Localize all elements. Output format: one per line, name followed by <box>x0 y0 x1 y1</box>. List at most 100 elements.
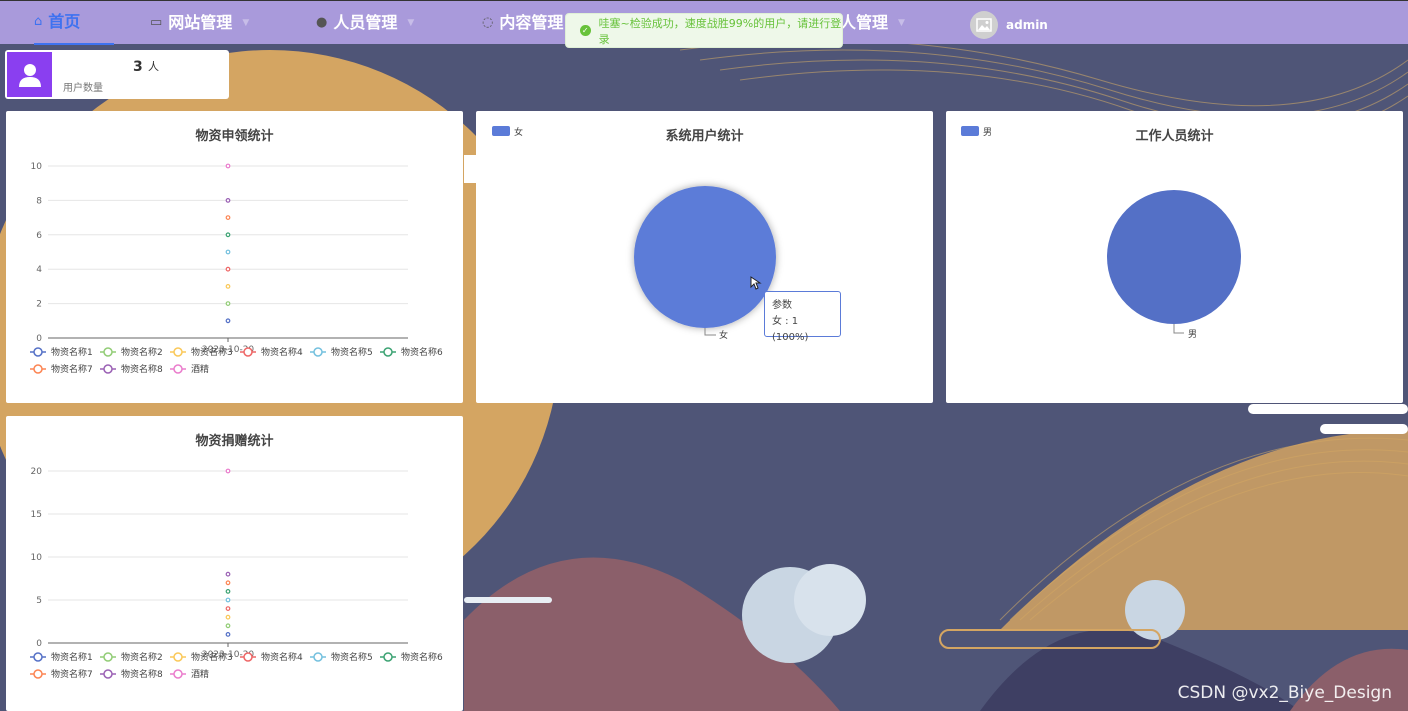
legend-label[interactable]: 物资名称5 <box>331 651 373 663</box>
legend-label[interactable]: 物资名称4 <box>261 346 303 358</box>
legend-marker[interactable] <box>103 364 113 374</box>
y-tick-label: 4 <box>36 265 42 275</box>
data-point[interactable] <box>225 232 231 238</box>
person-icon: ● <box>316 15 328 30</box>
data-point[interactable] <box>225 266 231 272</box>
home-icon: ⌂ <box>34 14 43 29</box>
data-point[interactable] <box>225 606 231 612</box>
legend-marker[interactable] <box>383 652 393 662</box>
data-point[interactable] <box>225 571 231 577</box>
user-count-label: 用户数量 <box>63 83 103 94</box>
nav-content-management-label: 内容管理 <box>499 13 564 32</box>
chevron-down-icon: ▼ <box>242 18 250 28</box>
data-point[interactable] <box>225 301 231 307</box>
data-point[interactable] <box>225 597 231 603</box>
y-tick-label: 6 <box>36 231 42 241</box>
y-tick-label: 20 <box>31 467 43 477</box>
tooltip-title: 参数 <box>772 300 792 311</box>
image-icon <box>976 18 992 32</box>
system-users-panel: 女 系统用户统计 女 <box>476 111 933 403</box>
chevron-down-icon: ▼ <box>898 18 905 28</box>
data-point[interactable] <box>225 163 231 169</box>
tooltip-value: 女 : 1 (100%) <box>772 316 809 343</box>
legend-label[interactable]: 物资名称7 <box>51 363 93 375</box>
staff-stats-pie: 男 <box>1107 190 1241 340</box>
legend-marker[interactable] <box>173 669 183 679</box>
legend-label[interactable]: 物资名称7 <box>51 668 93 680</box>
legend-label[interactable]: 物资名称6 <box>401 346 443 358</box>
data-point[interactable] <box>225 631 231 637</box>
legend-marker[interactable] <box>313 347 323 357</box>
legend-marker[interactable] <box>103 652 113 662</box>
y-tick-label: 0 <box>36 639 42 649</box>
legend-label[interactable]: 物资名称6 <box>401 651 443 663</box>
donation-stats-chart: 051015202023-10-20物资名称1 物资名称2 物资名称3 物资名称4 物资… <box>30 467 443 680</box>
legend-label[interactable]: 物资名称1 <box>51 346 93 358</box>
apply-stats-panel: 物资申领统计 0 2 4 6 8 10 2023-10-20 物资名称1 物资名称2 物资名称3 物… <box>6 111 463 403</box>
nav-home-label: 首页 <box>48 12 81 31</box>
data-point[interactable] <box>225 318 231 324</box>
system-users-pie: 女 <box>634 186 776 341</box>
nav-site-management[interactable]: ▭ 网站管理 ▼ <box>150 1 249 45</box>
nav-site-management-label: 网站管理 <box>168 13 233 32</box>
legend-marker[interactable] <box>173 364 183 374</box>
y-tick-label: 2 <box>36 300 42 310</box>
user-menu[interactable]: admin <box>970 11 1048 39</box>
legend-label[interactable]: 物资名称8 <box>121 363 163 375</box>
legend-label[interactable]: 物资名称5 <box>331 346 373 358</box>
legend-marker[interactable] <box>383 347 393 357</box>
legend-marker[interactable] <box>103 669 113 679</box>
data-point[interactable] <box>225 614 231 620</box>
user-count-card: 3 人 用户数量 <box>5 50 229 99</box>
legend-marker[interactable] <box>103 347 113 357</box>
data-point[interactable] <box>225 588 231 594</box>
y-tick-label: 5 <box>36 596 42 606</box>
pie-tooltip: 参数 女 : 1 (100%) <box>764 291 841 343</box>
nav-person-admin[interactable]: 人管理 ▼ <box>840 1 905 45</box>
pie-slice-female[interactable] <box>634 186 776 328</box>
pie-label-line <box>704 328 716 336</box>
nav-home[interactable]: ⌂ 首页 <box>34 1 114 45</box>
nav-content-management[interactable]: ◌ 内容管理 <box>482 1 563 45</box>
legend-marker[interactable] <box>33 669 43 679</box>
data-point[interactable] <box>225 197 231 203</box>
legend-label[interactable]: 酒精 <box>191 668 209 680</box>
toast-message: 哇塞~检验成功，速度战胜99%的用户，请进行登录 <box>598 16 842 46</box>
legend-marker[interactable] <box>33 364 43 374</box>
legend-marker[interactable] <box>243 652 253 662</box>
pie-slice-label-male: 男 <box>1188 329 1197 340</box>
legend-label[interactable]: 物资名称3 <box>191 651 233 663</box>
legend-marker[interactable] <box>243 347 253 357</box>
legend-label[interactable]: 物资名称3 <box>191 346 233 358</box>
nav-personnel-management[interactable]: ● 人员管理 ▼ <box>316 1 414 45</box>
legend-marker[interactable] <box>173 652 183 662</box>
legend-label[interactable]: 物资名称4 <box>261 651 303 663</box>
legend-marker[interactable] <box>33 347 43 357</box>
legend-label[interactable]: 酒精 <box>191 363 209 375</box>
pie-slice-label-female: 女 <box>719 329 728 341</box>
data-point[interactable] <box>225 468 231 474</box>
chat-icon: ◌ <box>482 15 494 30</box>
pie-slice-male[interactable] <box>1107 190 1241 324</box>
nav-personnel-management-label: 人员管理 <box>333 13 398 32</box>
y-tick-label: 10 <box>31 162 43 172</box>
legend-label[interactable]: 物资名称2 <box>121 346 163 358</box>
username: admin <box>1006 18 1048 32</box>
data-point[interactable] <box>225 580 231 586</box>
legend-marker[interactable] <box>313 652 323 662</box>
user-count-value: 3 <box>133 59 143 75</box>
data-point[interactable] <box>225 283 231 289</box>
data-point[interactable] <box>225 215 231 220</box>
legend-marker[interactable] <box>33 652 43 662</box>
staff-stats-panel: 男 工作人员统计 男 <box>946 111 1403 403</box>
chevron-down-icon: ▼ <box>407 18 415 28</box>
legend-label[interactable]: 物资名称2 <box>121 651 163 663</box>
data-point[interactable] <box>225 249 231 255</box>
watermark: CSDN @vx2_Biye_Design <box>1177 683 1392 703</box>
legend-marker[interactable] <box>173 347 183 357</box>
data-point[interactable] <box>225 623 231 629</box>
avatar <box>970 11 998 39</box>
legend-label[interactable]: 物资名称1 <box>51 651 93 663</box>
apply-stats-chart: 02468102023-10-20物资名称1 物资名称2 物资名称3 物资名称4 物资名… <box>30 162 443 375</box>
legend-label[interactable]: 物资名称8 <box>121 668 163 680</box>
